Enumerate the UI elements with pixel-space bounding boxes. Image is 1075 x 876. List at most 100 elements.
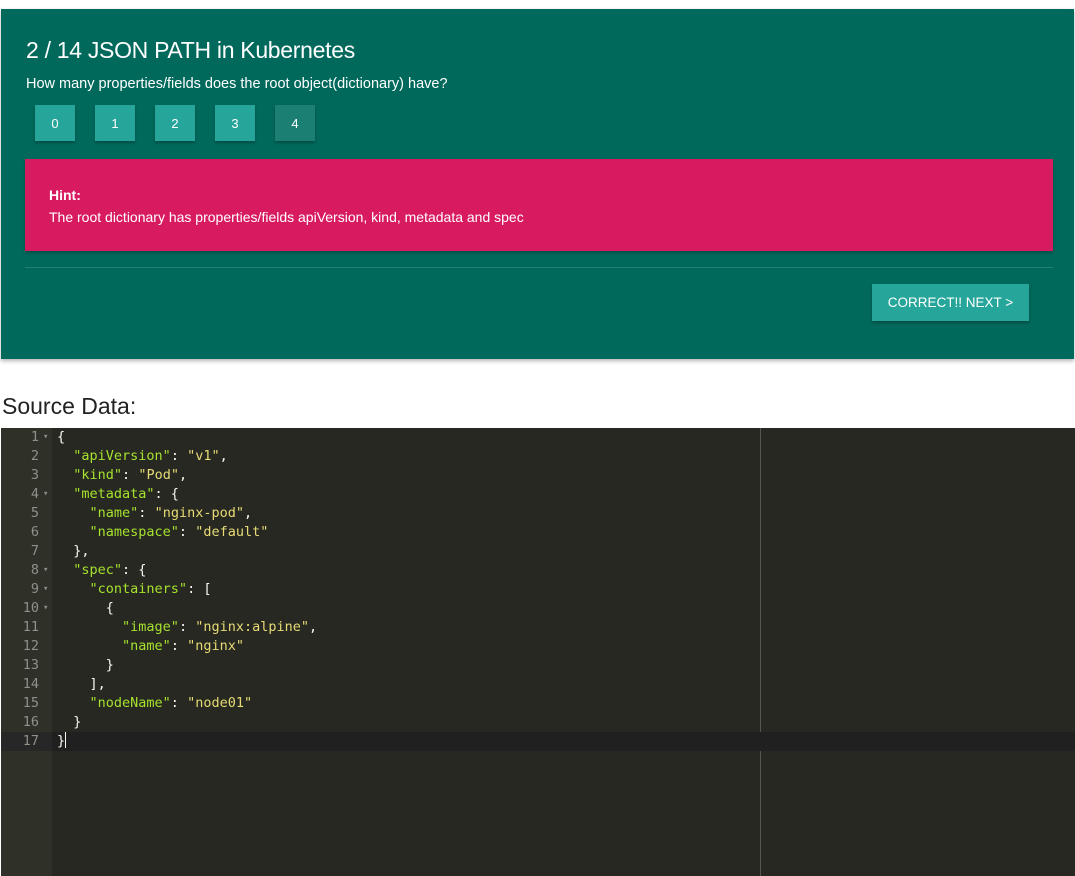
json-punctuation: ,	[178, 467, 188, 483]
code-line[interactable]: 17}	[1, 732, 1075, 751]
next-button[interactable]: CORRECT!! NEXT >	[872, 284, 1029, 321]
code-line[interactable]: 1 ▾{	[1, 428, 1075, 447]
fold-arrow-icon[interactable]: ▾	[43, 428, 48, 447]
code-line[interactable]: 10 ▾ {	[1, 599, 1075, 618]
hint-text: The root dictionary has properties/field…	[49, 209, 524, 225]
answer-button-2[interactable]: 2	[155, 105, 195, 141]
json-punctuation: :	[122, 467, 139, 483]
json-punctuation: : [	[187, 581, 212, 597]
divider	[25, 267, 1053, 268]
line-number: 6	[30, 524, 39, 540]
answer-button-1[interactable]: 1	[95, 105, 135, 141]
code-line[interactable]: 6 "namespace": "default"	[1, 523, 1075, 542]
code-line[interactable]: 2 "apiVersion": "v1",	[1, 447, 1075, 466]
json-string: "v1"	[187, 448, 220, 464]
code-text: }	[57, 732, 67, 751]
json-string: "nginx"	[187, 638, 244, 654]
line-number: 11	[22, 619, 39, 635]
json-key: "containers"	[89, 581, 188, 597]
json-punctuation: : {	[122, 562, 147, 578]
code-text: "name": "nginx-pod",	[57, 504, 253, 523]
code-text: "name": "nginx"	[57, 637, 244, 656]
code-line[interactable]: 15 "nodeName": "node01"	[1, 694, 1075, 713]
quiz-title: 2 / 14 JSON PATH in Kubernetes	[26, 37, 355, 63]
json-punctuation: :	[170, 638, 188, 654]
code-text: {	[57, 599, 114, 618]
line-number: 3	[30, 467, 39, 483]
json-punctuation: :	[178, 524, 196, 540]
json-punctuation: },	[73, 543, 90, 559]
json-key: "kind"	[73, 467, 123, 483]
json-punctuation: :	[138, 505, 155, 521]
code-line[interactable]: 9 ▾ "containers": [	[1, 580, 1075, 599]
line-number: 2	[30, 448, 39, 464]
json-key: "image"	[122, 619, 179, 635]
json-punctuation: ,	[219, 448, 228, 464]
fold-arrow-icon[interactable]: ▾	[43, 599, 48, 618]
json-punctuation: ,	[309, 619, 318, 635]
line-number: 12	[22, 638, 39, 654]
code-line[interactable]: 11 "image": "nginx:alpine",	[1, 618, 1075, 637]
json-punctuation: :	[178, 619, 196, 635]
code-line[interactable]: 13 }	[1, 656, 1075, 675]
code-text: "spec": {	[57, 561, 146, 580]
line-number: 15	[22, 695, 39, 711]
code-text: }	[57, 656, 114, 675]
json-punctuation: ],	[89, 676, 106, 692]
json-key: "namespace"	[89, 524, 179, 540]
json-punctuation: }	[105, 657, 114, 673]
json-key: "metadata"	[73, 486, 155, 502]
code-text: {	[57, 428, 65, 447]
code-editor[interactable]: 1 ▾{2 "apiVersion": "v1", 3 "kind": "Pod",…	[1, 428, 1075, 876]
code-line[interactable]: 7 },	[1, 542, 1075, 561]
line-number: 7	[30, 543, 39, 559]
code-text: "apiVersion": "v1",	[57, 447, 228, 466]
json-punctuation: {	[105, 600, 114, 616]
line-number: 5	[30, 505, 39, 521]
json-string: "node01"	[187, 695, 253, 711]
source-data-heading: Source Data:	[2, 393, 137, 419]
answer-button-0[interactable]: 0	[35, 105, 75, 141]
code-text: "kind": "Pod",	[57, 466, 187, 485]
code-line[interactable]: 16 }	[1, 713, 1075, 732]
json-punctuation: :	[170, 448, 188, 464]
hint-label: Hint:	[49, 187, 81, 203]
answer-button-3[interactable]: 3	[215, 105, 255, 141]
json-punctuation: }	[73, 714, 82, 730]
json-punctuation: ,	[243, 505, 253, 521]
code-line[interactable]: 4 ▾ "metadata": {	[1, 485, 1075, 504]
code-line[interactable]: 14 ],	[1, 675, 1075, 694]
answer-button-4[interactable]: 4	[275, 105, 315, 141]
hint-box: Hint: The root dictionary has properties…	[25, 159, 1053, 251]
json-punctuation: : {	[154, 486, 179, 502]
code-line[interactable]: 3 "kind": "Pod",	[1, 466, 1075, 485]
code-text: ],	[57, 675, 106, 694]
quiz-card: 2 / 14 JSON PATH in Kubernetes How many …	[1, 9, 1074, 359]
json-key: "name"	[122, 638, 171, 654]
code-text: "containers": [	[57, 580, 212, 599]
json-key: "nodeName"	[89, 695, 171, 711]
code-line[interactable]: 8 ▾ "spec": {	[1, 561, 1075, 580]
fold-arrow-icon[interactable]: ▾	[43, 580, 48, 599]
line-number: 14	[22, 676, 39, 692]
json-string: "nginx-pod"	[154, 505, 244, 521]
code-line[interactable]: 12 "name": "nginx"	[1, 637, 1075, 656]
code-text: },	[57, 542, 90, 561]
json-punctuation: :	[170, 695, 188, 711]
code-text: "metadata": {	[57, 485, 179, 504]
fold-arrow-icon[interactable]: ▾	[43, 485, 48, 504]
line-number: 13	[22, 657, 39, 673]
json-punctuation: {	[57, 429, 66, 445]
json-string: "default"	[195, 524, 269, 540]
line-number: 16	[22, 714, 39, 730]
json-string: "nginx:alpine"	[195, 619, 309, 635]
code-line[interactable]: 5 "name": "nginx-pod",	[1, 504, 1075, 523]
json-key: "spec"	[73, 562, 123, 578]
json-punctuation: }	[57, 733, 66, 749]
quiz-question: How many properties/fields does the root…	[26, 76, 448, 92]
json-string: "Pod"	[138, 467, 179, 483]
code-text: }	[57, 713, 81, 732]
code-text: "nodeName": "node01"	[57, 694, 253, 713]
fold-arrow-icon[interactable]: ▾	[43, 561, 48, 580]
line-number: 17	[1, 732, 52, 751]
